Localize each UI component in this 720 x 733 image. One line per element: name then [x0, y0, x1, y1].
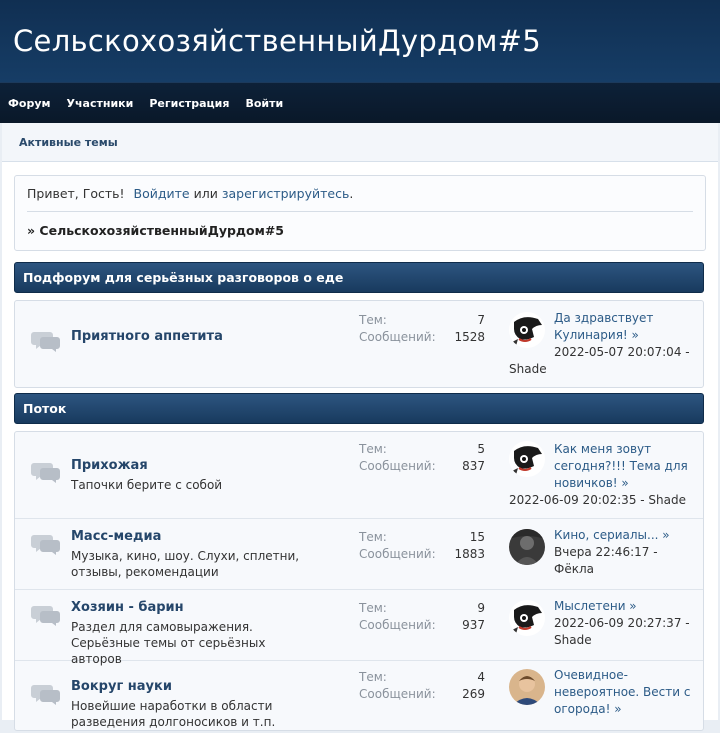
last-post-author[interactable]: Shade: [509, 362, 547, 376]
divider: [27, 211, 693, 212]
posts-label: Сообщений:: [359, 459, 436, 473]
forum-stats: Тем: 7 Сообщений: 1528: [359, 312, 485, 346]
posts-label: Сообщений:: [359, 618, 436, 632]
forum-stats: Тем: 5 Сообщений: 837: [359, 441, 485, 475]
last-post-date: 2022-06-09 20:27:37 -: [554, 616, 690, 630]
forum-bubble-icon: [31, 332, 60, 352]
forum-name[interactable]: Масс-медиа: [71, 529, 161, 544]
posts-label: Сообщений:: [359, 687, 436, 701]
posts-label: Сообщений:: [359, 330, 436, 344]
posts-count: 837: [462, 459, 485, 473]
last-post-author[interactable]: Фёкла: [554, 562, 594, 576]
last-topic-link[interactable]: Мыслетени »: [554, 599, 637, 613]
register-link[interactable]: зарегистрируйтесь: [222, 186, 350, 201]
forum-row: Прихожая Тапочки берите с собой Тем: 5 Со…: [15, 432, 703, 519]
topics-count: 5: [477, 442, 485, 456]
last-topic-link[interactable]: Очевидное-невероятное. Вести с огорода! …: [554, 668, 690, 716]
category-title: Подфорум для серьёзных разговоров о еде: [23, 270, 344, 285]
forum-description: Музыка, кино, шоу. Слухи, сплетни, отзыв…: [71, 549, 300, 579]
last-post: Да здравствует Кулинария! » 2022-05-07 2…: [509, 310, 694, 378]
last-topic-link[interactable]: Как меня зовут сегодня?!!! Тема для нови…: [554, 442, 688, 490]
forum-stats: Тем: 15 Сообщений: 1883: [359, 529, 485, 563]
forum-list-food: Приятного аппетита Тем: 7 Сообщений: 1528 …: [14, 300, 704, 388]
last-post-date: 2022-06-09 20:02:35 - Shade: [509, 493, 686, 507]
or-text: или: [193, 186, 218, 201]
nav-forum[interactable]: Форум: [8, 97, 51, 110]
category-title: Поток: [23, 401, 67, 416]
topics-count: 9: [477, 601, 485, 615]
forum-description: Раздел для самовыражения. Серьёзные темы…: [71, 620, 266, 666]
topics-label: Тем:: [359, 313, 387, 327]
topics-count: 4: [477, 670, 485, 684]
breadcrumb[interactable]: » СельскохозяйственныйДурдом#5: [27, 223, 284, 238]
last-post-date: 2022-05-07 20:07:04 -: [554, 345, 690, 359]
topics-label: Тем:: [359, 442, 387, 456]
forum-name[interactable]: Приятного аппетита: [71, 329, 223, 344]
forum-row: Хозяин - барин Раздел для самовыражения.…: [15, 590, 703, 666]
last-post: Как меня зовут сегодня?!!! Тема для нови…: [509, 441, 694, 509]
forum-row: Масс-медиа Музыка, кино, шоу. Слухи, спл…: [15, 519, 703, 590]
forum-name[interactable]: Хозяин - барин: [71, 600, 184, 615]
forum-bubble-icon: [31, 685, 60, 705]
last-post: Кино, сериалы... » Вчера 22:46:17 - Фёкл…: [509, 527, 694, 578]
greeting-text: Привет, Гость!: [27, 186, 125, 201]
sub-navigation: Активные темы: [2, 123, 718, 162]
posts-count: 269: [462, 687, 485, 701]
last-topic-link[interactable]: Кино, сериалы... »: [554, 528, 670, 542]
forum-row: Вокруг науки Новейшие наработки в област…: [15, 661, 703, 733]
welcome-line: Привет, Гость! Войдите или зарегистрируй…: [27, 186, 353, 201]
main-nav: Форум Участники Регистрация Войти: [0, 82, 720, 123]
topics-label: Тем:: [359, 530, 387, 544]
last-topic-link[interactable]: Да здравствует Кулинария! »: [554, 311, 653, 342]
topics-label: Тем:: [359, 601, 387, 615]
posts-count: 1528: [454, 330, 485, 344]
forum-bubble-icon: [31, 535, 60, 555]
topics-count: 15: [469, 530, 485, 544]
last-post-author[interactable]: Shade: [554, 633, 592, 647]
site-header: СельскохозяйственныйДурдом#5: [0, 0, 720, 82]
forum-list-stream: Прихожая Тапочки берите с собой Тем: 5 Со…: [14, 431, 704, 731]
forum-name[interactable]: Вокруг науки: [71, 679, 172, 694]
posts-count: 937: [462, 618, 485, 632]
last-post-date: Вчера 22:46:17 -: [554, 545, 658, 559]
category-header-food[interactable]: Подфорум для серьёзных разговоров о еде: [14, 262, 704, 293]
posts-count: 1883: [454, 547, 485, 561]
last-post: Мыслетени » 2022-06-09 20:27:37 - Shade: [509, 598, 694, 649]
topics-count: 7: [477, 313, 485, 327]
period-text: .: [349, 186, 354, 201]
page-content: Активные темы Привет, Гость! Войдите или…: [2, 123, 718, 731]
forum-description: Новейшие наработки в области разведения …: [71, 699, 276, 729]
forum-bubble-icon: [31, 463, 60, 483]
nav-register[interactable]: Регистрация: [149, 97, 229, 110]
site-title[interactable]: СельскохозяйственныйДурдом#5: [13, 24, 541, 58]
nav-members[interactable]: Участники: [67, 97, 134, 110]
nav-login[interactable]: Войти: [245, 97, 283, 110]
forum-name[interactable]: Прихожая: [71, 458, 148, 473]
forum-stats: Тем: 9 Сообщений: 937: [359, 600, 485, 634]
forum-row: Приятного аппетита Тем: 7 Сообщений: 1528 …: [15, 301, 703, 387]
active-topics-link[interactable]: Активные темы: [19, 136, 118, 149]
forum-description: Тапочки берите с собой: [71, 478, 223, 492]
forum-stats: Тем: 4 Сообщений: 269: [359, 669, 485, 703]
topics-label: Тем:: [359, 670, 387, 684]
last-post: Очевидное-невероятное. Вести с огорода! …: [509, 667, 694, 718]
posts-label: Сообщений:: [359, 547, 436, 561]
forum-bubble-icon: [31, 606, 60, 626]
category-header-stream[interactable]: Поток: [14, 393, 704, 424]
welcome-box: Привет, Гость! Войдите или зарегистрируй…: [14, 175, 706, 251]
login-link[interactable]: Войдите: [134, 186, 190, 201]
